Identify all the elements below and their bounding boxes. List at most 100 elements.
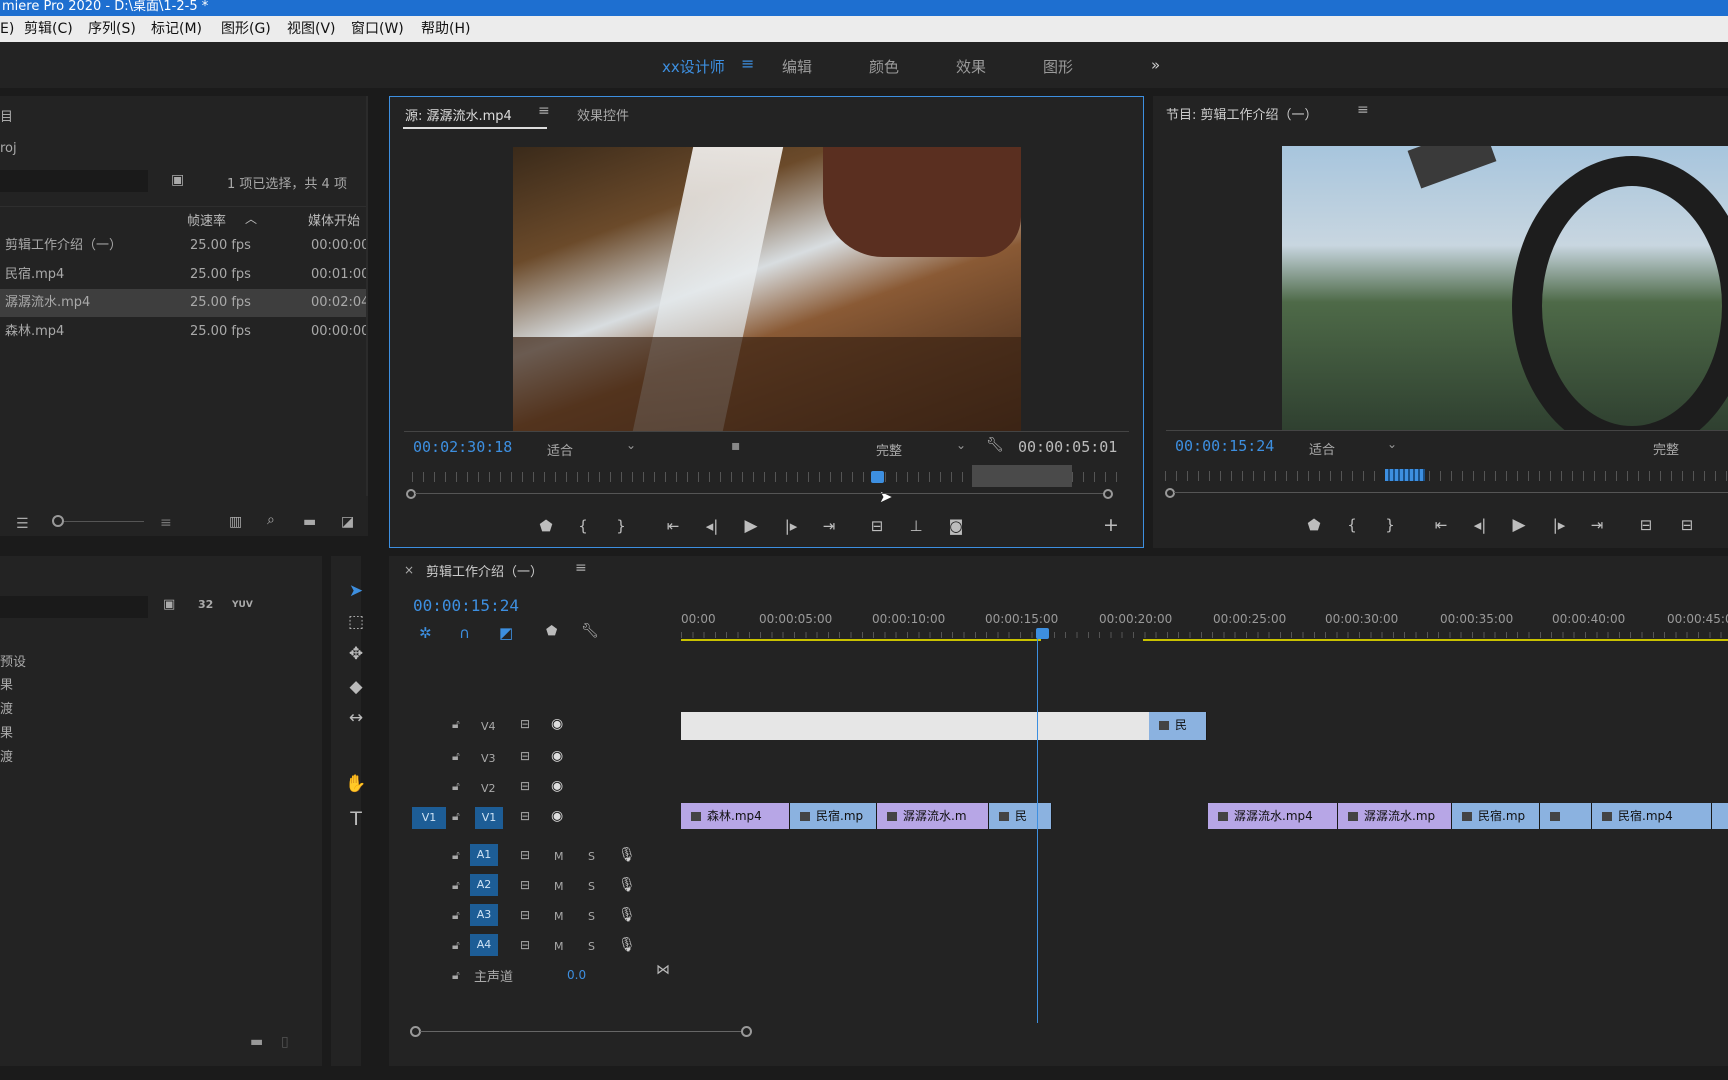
sync-lock-icon[interactable]: ⊟ [520, 809, 530, 823]
sequence-tab[interactable]: 剪辑工作介绍（一） [426, 561, 543, 580]
effects-folder[interactable]: 果 [0, 722, 13, 741]
project-search-input[interactable] [0, 170, 148, 192]
step-back-icon[interactable]: ◂| [1469, 517, 1491, 533]
workspace-menu-icon[interactable]: ≡ [741, 54, 754, 73]
source-tab[interactable]: 源: 潺潺流水.mp4 [405, 105, 512, 124]
v1-clip[interactable]: 森林.mp4 [681, 803, 790, 829]
go-to-in-icon[interactable]: ⇤ [1430, 517, 1452, 533]
button-editor-icon[interactable]: + [1100, 516, 1122, 535]
work-area-bar[interactable] [1143, 639, 1728, 641]
source-quality-dropdown[interactable]: 完整 [876, 440, 902, 459]
mark-out-icon[interactable]: } [1379, 517, 1401, 533]
lock-icon[interactable]: 🔓︎ [452, 908, 460, 923]
sync-lock-icon[interactable]: ⊟ [520, 938, 530, 952]
menu-help[interactable]: 帮助(H) [421, 16, 470, 42]
slip-tool-icon[interactable]: ↔ [343, 708, 369, 728]
type-tool-icon[interactable]: T [343, 808, 369, 830]
audio-track-label[interactable]: A3 [470, 904, 498, 926]
ripple-edit-tool-icon[interactable]: ✥ [343, 644, 369, 664]
mute-button[interactable]: M [554, 850, 564, 863]
mute-button[interactable]: M [554, 880, 564, 893]
source-zoom-bar[interactable] [415, 493, 1105, 494]
sync-lock-icon[interactable]: ⊟ [520, 717, 530, 731]
col-header-media-start[interactable]: 媒体开始 [308, 210, 366, 229]
razor-tool-icon[interactable]: ◆ [343, 677, 369, 697]
source-playhead[interactable] [871, 471, 884, 483]
step-forward-icon[interactable]: |▸ [1548, 517, 1570, 533]
eye-icon[interactable]: ◉ [551, 808, 563, 824]
go-to-out-icon[interactable]: ⇥ [818, 518, 840, 534]
eye-icon[interactable]: ◉ [551, 716, 563, 732]
audio-track-label[interactable]: A1 [470, 844, 498, 866]
v1-clip[interactable]: 潺潺流水.mp [1338, 803, 1452, 829]
play-icon[interactable]: ▶ [1508, 517, 1530, 534]
find-icon[interactable]: ⌕ [267, 512, 275, 528]
lock-icon[interactable]: 🔓︎ [452, 779, 460, 794]
add-marker-icon[interactable]: ⬟ [1303, 517, 1325, 533]
v4-clip[interactable]: 民 [1149, 712, 1207, 740]
source-fit-dropdown[interactable]: 适合 [547, 440, 573, 459]
zoom-handle-right[interactable] [1103, 489, 1113, 499]
source-in-out-range[interactable] [972, 465, 1072, 487]
menu-sequence[interactable]: 序列(S) [88, 16, 136, 42]
v1-clip[interactable]: 潺潺流水.m [877, 803, 989, 829]
selection-tool-icon[interactable]: ➤ [343, 581, 369, 601]
track-select-tool-icon[interactable]: ⬚ [343, 612, 369, 632]
nest-toggle-icon[interactable]: ✲ [419, 624, 432, 642]
project-item[interactable]: 剪辑工作介绍（一） 25.00 fps 00:00:00: [0, 232, 366, 260]
panel-menu-icon[interactable]: ≡ [575, 560, 587, 576]
sort-icon[interactable]: ≡ [160, 515, 172, 531]
delete-icon[interactable]: ▯ [281, 1034, 289, 1050]
hand-tool-icon[interactable]: ✋ [343, 774, 369, 794]
microphone-icon[interactable]: 🎙︎ [618, 877, 636, 893]
eye-icon[interactable]: ◉ [551, 748, 563, 764]
master-volume-value[interactable]: 0.0 [567, 968, 586, 982]
program-fit-dropdown[interactable]: 适合 [1309, 439, 1335, 458]
v4-white-clip[interactable] [681, 712, 1149, 740]
zoom-handle-left[interactable] [406, 489, 416, 499]
program-playhead[interactable] [1385, 469, 1425, 481]
microphone-icon[interactable]: 🎙︎ [618, 937, 636, 953]
chevron-down-icon[interactable]: ⌄ [626, 438, 636, 452]
go-to-out-icon[interactable]: ⇥ [1586, 517, 1608, 533]
new-bin-from-search-icon[interactable]: ▣ [171, 172, 184, 188]
sync-lock-icon[interactable]: ⊟ [520, 908, 530, 922]
effects-folder[interactable]: 预设 [0, 651, 26, 670]
timeline-timecode[interactable]: 00:00:15:24 [413, 596, 519, 615]
program-quality-dropdown[interactable]: 完整 [1653, 439, 1679, 458]
work-area-bar[interactable] [681, 639, 1041, 641]
program-playhead-timecode[interactable]: 00:00:15:24 [1175, 437, 1274, 455]
yuv-effects-icon[interactable]: YUV [232, 600, 253, 610]
mark-in-icon[interactable]: { [1341, 517, 1363, 533]
lock-icon[interactable]: 🔓︎ [452, 968, 460, 983]
v1-clip[interactable]: 民 [989, 803, 1052, 829]
play-icon[interactable]: ▶ [740, 518, 762, 535]
program-title[interactable]: 节目: 剪辑工作介绍（一） [1166, 104, 1318, 123]
v1-clip[interactable]: 民宿.mp [1452, 803, 1540, 829]
insert-icon[interactable]: ⊟ [866, 518, 888, 534]
add-marker-icon[interactable]: ⬟ [546, 624, 557, 639]
zoom-slider-handle[interactable] [52, 515, 64, 527]
menu-clip[interactable]: 剪辑(C) [24, 16, 73, 42]
timeline-ruler[interactable] [681, 632, 1728, 638]
go-to-in-icon[interactable]: ⇤ [662, 518, 684, 534]
step-forward-icon[interactable]: |▸ [780, 518, 802, 534]
more-workspaces-icon[interactable]: » [1151, 56, 1160, 74]
32bit-effects-icon[interactable]: 32 [198, 598, 213, 611]
col-header-framerate[interactable]: 帧速率 [187, 210, 226, 229]
overwrite-icon[interactable]: ⊥ [905, 518, 927, 534]
panel-menu-icon[interactable]: ≡ [538, 103, 550, 119]
eye-icon[interactable]: ◉ [551, 778, 563, 794]
zoom-handle-right[interactable] [741, 1026, 752, 1037]
v1-clip[interactable] [1540, 803, 1592, 829]
menu-view[interactable]: 视图(V) [287, 16, 336, 42]
new-bin-icon[interactable]: ▬ [303, 514, 316, 530]
wrench-icon[interactable]: 🔧︎ [986, 437, 1004, 453]
panel-menu-icon[interactable]: ≡ [1357, 102, 1369, 118]
v1-clip-partial[interactable] [1712, 803, 1728, 829]
effects-folder[interactable]: 渡 [0, 746, 13, 765]
effects-search-input[interactable] [0, 596, 148, 618]
project-item-selected[interactable]: 潺潺流水.mp4 25.00 fps 00:02:04: [0, 289, 366, 317]
sync-lock-icon[interactable]: ⊟ [520, 878, 530, 892]
lock-icon[interactable]: 🔓︎ [452, 938, 460, 953]
